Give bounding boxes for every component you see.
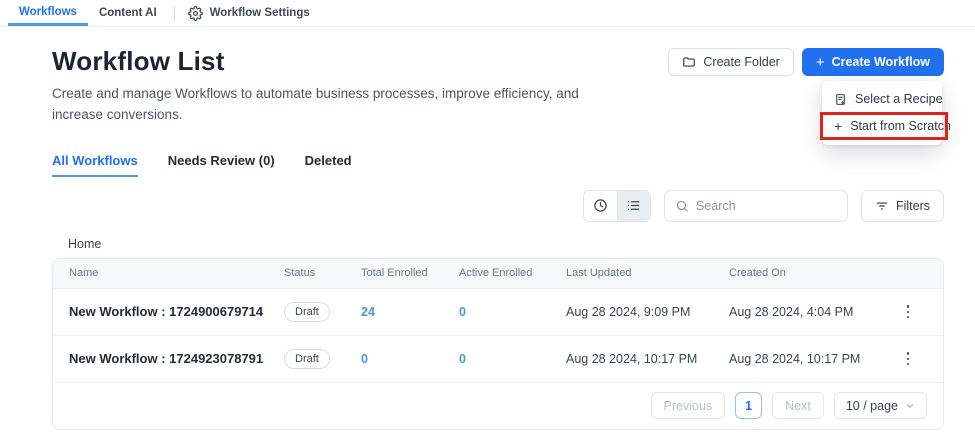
list-toolbar: Filters [52, 190, 944, 222]
column-header-name: Name [69, 267, 284, 279]
table-footer: Previous 1 Next 10 / page [53, 383, 943, 429]
workflow-tabs: All Workflows Needs Review (0) Deleted [52, 153, 944, 177]
tab-all-workflows[interactable]: All Workflows [52, 153, 138, 177]
list-icon [626, 198, 641, 213]
status-badge: Draft [284, 349, 330, 369]
column-header-last-updated: Last Updated [566, 267, 729, 279]
create-workflow-button[interactable]: + Create Workflow Select a Recipe + Star [802, 48, 944, 76]
search-box [664, 190, 848, 222]
page-size-select[interactable]: 10 / page [834, 392, 927, 419]
table-row: New Workflow : 1724900679714 Draft 24 0 … [53, 289, 943, 336]
header-actions: Create Folder + Create Workflow Select a… [668, 48, 944, 76]
folder-icon [682, 55, 696, 69]
filters-button[interactable]: Filters [861, 190, 944, 222]
row-actions [889, 348, 927, 369]
active-enrolled-link[interactable]: 0 [459, 352, 566, 366]
status-cell: Draft [284, 302, 361, 322]
tab-deleted-label: Deleted [305, 153, 352, 168]
column-header-total-enrolled: Total Enrolled [361, 267, 459, 279]
nav-workflow-settings-label: Workflow Settings [210, 7, 310, 19]
plus-icon: + [816, 55, 825, 70]
status-cell: Draft [284, 349, 361, 369]
menu-item-select-a-recipe-label: Select a Recipe [855, 92, 943, 106]
menu-item-select-a-recipe[interactable]: Select a Recipe [822, 86, 942, 112]
tab-deleted[interactable]: Deleted [305, 153, 352, 177]
create-workflow-label: Create Workflow [832, 55, 930, 69]
search-input[interactable] [696, 199, 837, 213]
table-header-row: Name Status Total Enrolled Active Enroll… [53, 259, 943, 289]
previous-page-button[interactable]: Previous [651, 392, 726, 419]
workflow-list-page: Workflows Content AI Workflow Settings W… [0, 0, 975, 439]
recipe-icon [834, 93, 847, 106]
create-folder-button[interactable]: Create Folder [668, 48, 793, 76]
kebab-menu-icon[interactable] [901, 301, 916, 322]
kebab-menu-icon[interactable] [901, 348, 916, 369]
tab-all-workflows-label: All Workflows [52, 153, 138, 168]
status-badge: Draft [284, 302, 330, 322]
created-on-value: Aug 28 2024, 10:17 PM [729, 352, 889, 366]
filter-icon [875, 199, 889, 213]
nav-divider [174, 6, 175, 21]
page-header-text: Workflow List Create and manage Workflow… [52, 46, 584, 126]
next-page-button[interactable]: Next [772, 392, 824, 419]
nav-tab-content-ai-label: Content AI [99, 7, 157, 19]
plus-icon: + [834, 118, 842, 134]
last-updated-value: Aug 28 2024, 10:17 PM [566, 352, 729, 366]
view-toggle-list[interactable] [617, 191, 650, 221]
page-size-label: 10 / page [846, 399, 898, 413]
filters-label: Filters [896, 199, 930, 213]
column-header-created-on: Created On [729, 267, 889, 279]
table-row: New Workflow : 1724923078791 Draft 0 0 A… [53, 336, 943, 383]
column-header-status: Status [284, 267, 361, 279]
tab-needs-review[interactable]: Needs Review (0) [168, 153, 275, 177]
row-actions [889, 301, 927, 322]
current-page-button[interactable]: 1 [735, 392, 762, 419]
tab-needs-review-label: Needs Review (0) [168, 153, 275, 168]
page-header: Workflow List Create and manage Workflow… [52, 46, 944, 126]
last-updated-value: Aug 28 2024, 9:09 PM [566, 305, 729, 319]
search-icon [675, 199, 689, 213]
clock-icon [593, 198, 608, 213]
workflow-table: Name Status Total Enrolled Active Enroll… [52, 258, 944, 430]
active-enrolled-link[interactable]: 0 [459, 305, 566, 319]
menu-item-start-from-scratch-label: Start from Scratch [850, 119, 951, 133]
content-area: Workflow List Create and manage Workflow… [0, 46, 975, 430]
nav-tab-workflows-label: Workflows [19, 6, 77, 18]
nav-tab-workflows[interactable]: Workflows [8, 0, 88, 26]
create-folder-label: Create Folder [703, 55, 779, 69]
top-nav: Workflows Content AI Workflow Settings [0, 0, 975, 27]
create-workflow-dropdown: Select a Recipe + Start from Scratch [822, 81, 942, 145]
workflow-name-link[interactable]: New Workflow : 1724900679714 [69, 304, 284, 319]
breadcrumb[interactable]: Home [52, 237, 944, 251]
page-title: Workflow List [52, 46, 584, 77]
chevron-down-icon [905, 401, 915, 411]
created-on-value: Aug 28 2024, 4:04 PM [729, 305, 889, 319]
view-toggle-group [583, 190, 651, 222]
column-header-active-enrolled: Active Enrolled [459, 267, 566, 279]
page-description: Create and manage Workflows to automate … [52, 84, 584, 126]
total-enrolled-link[interactable]: 24 [361, 305, 459, 319]
total-enrolled-link[interactable]: 0 [361, 352, 459, 366]
nav-tab-content-ai[interactable]: Content AI [88, 0, 168, 26]
workflow-name-link[interactable]: New Workflow : 1724923078791 [69, 351, 284, 366]
menu-item-start-from-scratch[interactable]: + Start from Scratch [822, 112, 942, 140]
view-toggle-recent[interactable] [584, 191, 617, 221]
gear-icon [188, 6, 203, 21]
nav-workflow-settings[interactable]: Workflow Settings [188, 0, 310, 26]
